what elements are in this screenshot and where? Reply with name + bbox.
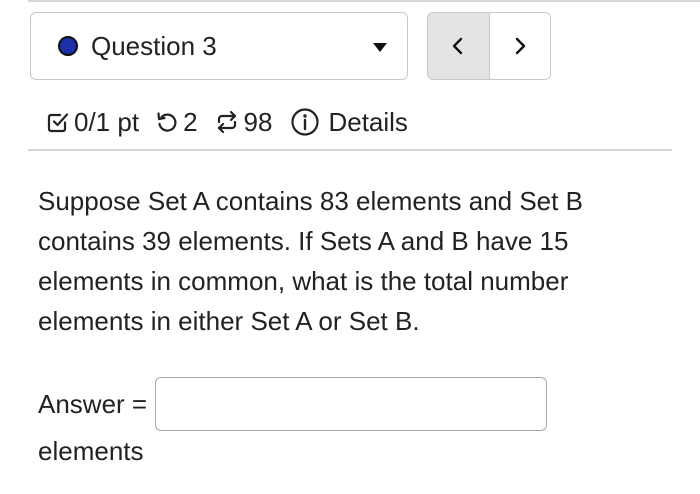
question-text: Suppose Set A contains 83 elements and S… xyxy=(38,186,583,336)
question-meta: 0/1 pt 2 98 Details xyxy=(46,104,408,140)
score-text: 0/1 pt xyxy=(74,106,140,137)
top-divider xyxy=(28,0,700,2)
question-selector[interactable]: Question 3 xyxy=(30,12,408,80)
answer-unit-label: elements xyxy=(38,436,144,466)
attempts-count: 2 xyxy=(183,106,198,137)
answer-input[interactable] xyxy=(155,377,548,431)
answer-row: Answer = xyxy=(38,377,548,431)
question-navigation xyxy=(427,12,551,80)
chevron-left-icon xyxy=(453,37,463,55)
meta-divider xyxy=(28,149,672,151)
score-checkbox-icon xyxy=(46,110,70,134)
next-question-button[interactable] xyxy=(489,13,550,79)
chevron-right-icon xyxy=(515,37,525,55)
caret-down-icon xyxy=(373,43,387,52)
answer-label: Answer = xyxy=(38,388,148,419)
versions-count: 98 xyxy=(243,106,273,137)
retry-icon xyxy=(155,110,179,134)
previous-question-button[interactable] xyxy=(428,13,490,79)
details-info-icon[interactable] xyxy=(290,107,320,137)
details-link[interactable]: Details xyxy=(328,107,407,138)
question-selector-label: Question 3 xyxy=(91,30,217,61)
question-status-dot xyxy=(58,36,78,56)
versions-repeat-icon xyxy=(214,109,240,135)
question-page: Question 3 0/1 pt 2 98 Details Suppose S… xyxy=(0,0,700,494)
